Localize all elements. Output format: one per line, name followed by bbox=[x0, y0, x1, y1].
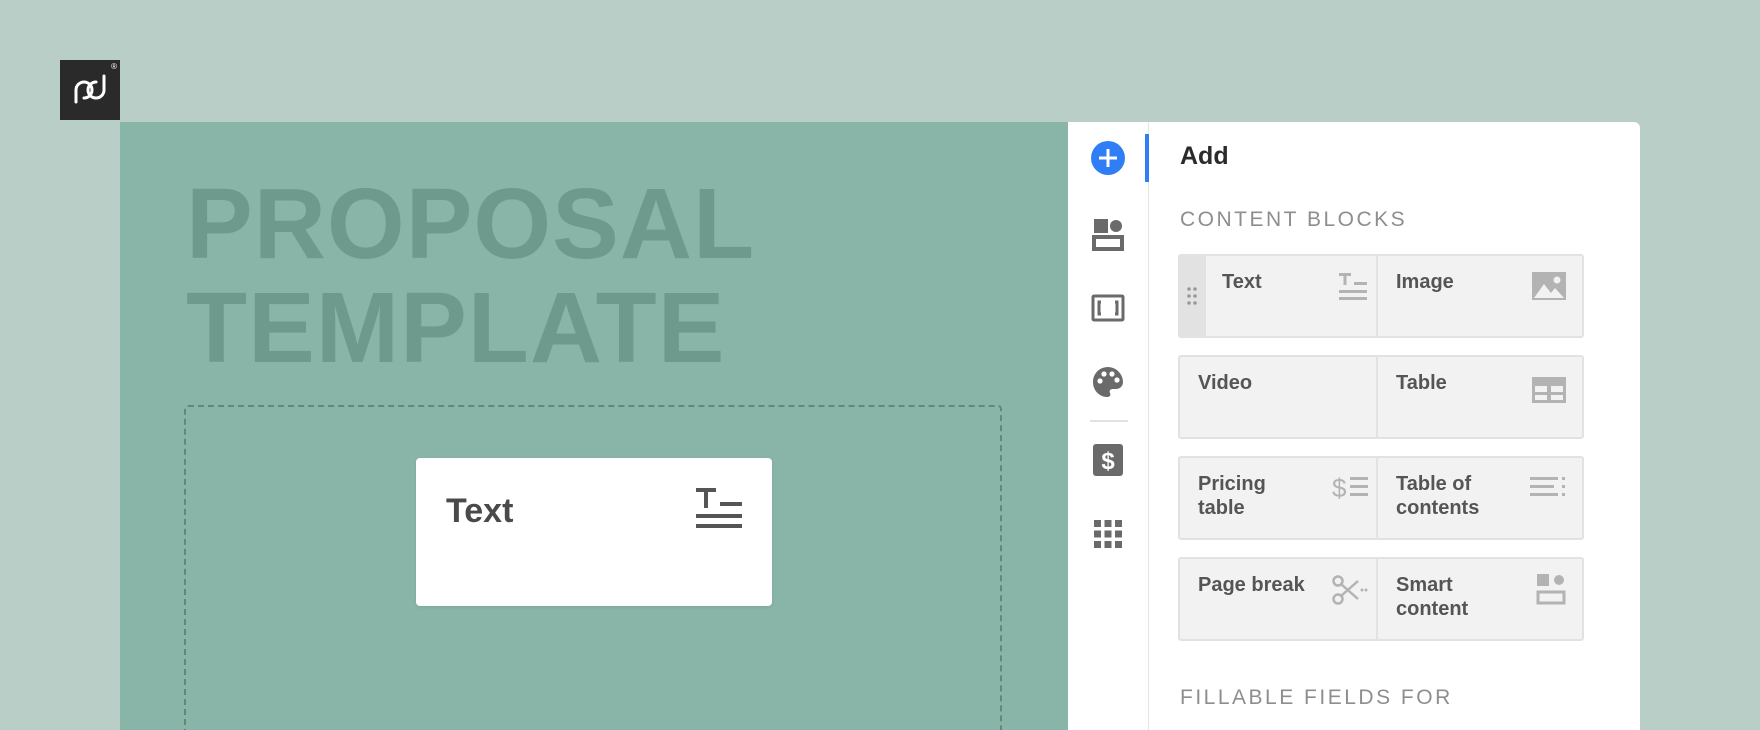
document-canvas[interactable]: PROPOSAL TEMPLATE Text bbox=[120, 122, 1068, 730]
panel-title: Add bbox=[1180, 142, 1229, 170]
drag-handle-icon[interactable] bbox=[1178, 256, 1206, 336]
smart-content-icon bbox=[1536, 573, 1566, 610]
logo-mark-icon bbox=[74, 74, 106, 104]
content-blocks-icon bbox=[1092, 219, 1124, 251]
text-block-icon bbox=[1338, 272, 1368, 307]
block-table-of-contents[interactable]: Table of contents bbox=[1376, 456, 1584, 540]
block-pricing-table[interactable]: Pricing table $ bbox=[1178, 456, 1386, 540]
pricing-table-icon: $ bbox=[1332, 473, 1368, 505]
rail-item-apps[interactable] bbox=[1068, 510, 1148, 558]
block-table[interactable]: Table bbox=[1376, 355, 1584, 439]
block-label: Table bbox=[1396, 372, 1447, 394]
dollar-icon: $ bbox=[1093, 444, 1123, 476]
block-smart-content[interactable]: Smart content bbox=[1376, 557, 1584, 641]
block-label: Smart content bbox=[1396, 574, 1469, 620]
block-text[interactable]: Text bbox=[1178, 254, 1386, 338]
table-icon bbox=[1532, 377, 1566, 408]
sidebar-rail: $ bbox=[1068, 122, 1149, 730]
block-label: Text bbox=[1222, 271, 1262, 293]
rail-divider bbox=[1090, 420, 1128, 422]
text-block-icon bbox=[694, 484, 744, 539]
rail-item-add[interactable] bbox=[1068, 134, 1148, 182]
title-line-2: TEMPLATE bbox=[186, 272, 726, 384]
title-line-1: PROPOSAL bbox=[186, 168, 756, 280]
editor-sidebar: $ Add CONTENT BLOCKS Text Image Video Ta… bbox=[1068, 122, 1640, 730]
block-label: Table of contents bbox=[1396, 473, 1480, 519]
block-label: Image bbox=[1396, 271, 1454, 293]
svg-text:$: $ bbox=[1101, 448, 1115, 475]
add-panel: Add CONTENT BLOCKS Text Image Video Tabl… bbox=[1148, 122, 1640, 730]
palette-icon bbox=[1093, 367, 1123, 397]
block-label: Page break bbox=[1198, 574, 1305, 596]
section-label-fillable-fields: FILLABLE FIELDS FOR bbox=[1180, 686, 1453, 709]
document-title: PROPOSAL TEMPLATE bbox=[186, 172, 755, 380]
scissors-icon bbox=[1332, 575, 1368, 610]
block-video[interactable]: Video bbox=[1178, 355, 1386, 439]
svg-text:$: $ bbox=[1332, 474, 1347, 500]
rail-item-frame[interactable] bbox=[1068, 284, 1148, 332]
block-page-break[interactable]: Page break bbox=[1178, 557, 1386, 641]
rail-item-pricing[interactable]: $ bbox=[1068, 436, 1148, 484]
block-label: Pricing table bbox=[1198, 473, 1266, 519]
dragged-block-label: Text bbox=[446, 492, 514, 530]
block-image[interactable]: Image bbox=[1376, 254, 1584, 338]
frame-icon bbox=[1091, 294, 1125, 322]
registered-mark: ® bbox=[111, 62, 117, 71]
dragged-text-block[interactable]: Text bbox=[416, 458, 772, 606]
image-icon bbox=[1532, 272, 1566, 305]
apps-grid-icon bbox=[1094, 520, 1122, 548]
section-label-content-blocks: CONTENT BLOCKS bbox=[1180, 208, 1408, 231]
toc-icon bbox=[1530, 474, 1566, 505]
block-label: Video bbox=[1198, 372, 1253, 394]
pandadoc-logo: ® bbox=[60, 60, 120, 120]
rail-item-content-blocks[interactable] bbox=[1068, 210, 1148, 258]
rail-item-design[interactable] bbox=[1068, 358, 1148, 406]
add-icon bbox=[1091, 141, 1125, 175]
